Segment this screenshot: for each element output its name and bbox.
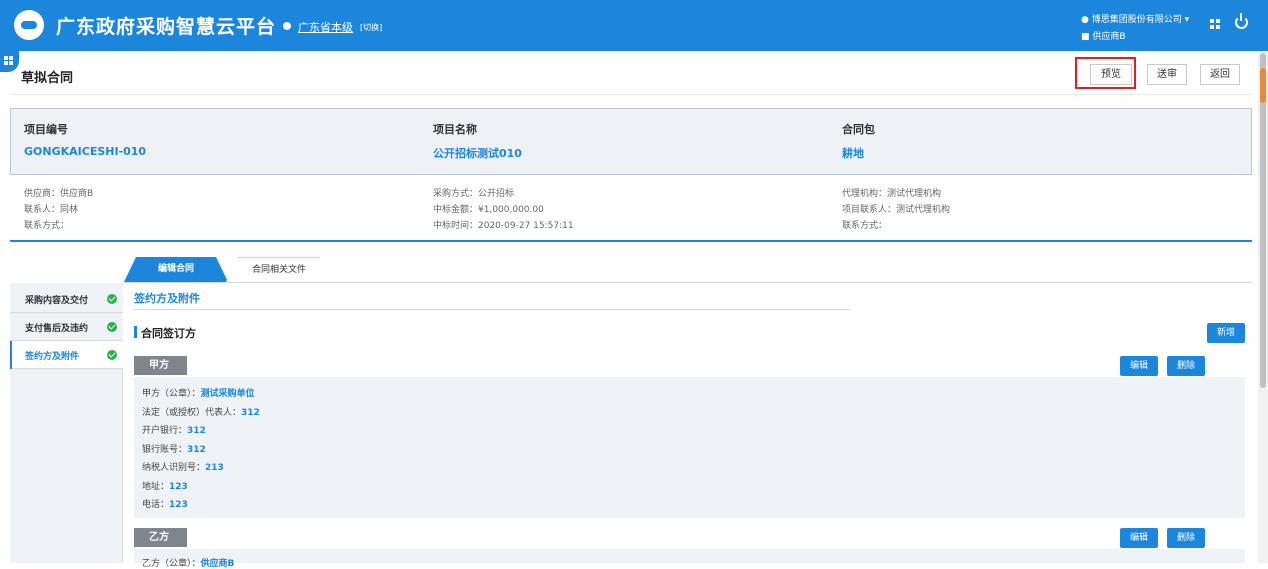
- party-a-taxid-field: 纳税人识别号：213: [142, 463, 224, 473]
- app-grid-icon[interactable]: [1210, 19, 1220, 29]
- chevron-down-icon: ▾: [1184, 15, 1190, 25]
- divider: [10, 94, 1252, 95]
- section-title: 签约方及附件: [134, 292, 200, 305]
- tab-edit-contract[interactable]: 编辑合同: [124, 257, 228, 282]
- page-title: 草拟合同: [21, 71, 74, 86]
- switch-region-link[interactable]: [切换]: [360, 22, 382, 33]
- project-info-box: [10, 108, 1252, 175]
- platform-logo-icon: [14, 10, 44, 40]
- preview-highlight-frame: [1075, 57, 1136, 89]
- check-circle-icon: [107, 294, 117, 304]
- party-a-phone-field: 电话：123: [142, 500, 188, 510]
- award-amount-text: 中标金额：¥1,000,000.00: [433, 205, 544, 215]
- party-b-details: [134, 549, 1245, 563]
- user-icon: ●: [1081, 15, 1089, 25]
- contact-text: 联系人：同林: [24, 205, 79, 215]
- delete-party-b-button[interactable]: 删除: [1167, 528, 1205, 548]
- scrollbar-accent: [1260, 68, 1266, 103]
- award-time-text: 中标时间：2020-09-27 15:57:11: [433, 221, 574, 231]
- party-a-bank-field: 开户银行：312: [142, 426, 206, 436]
- tab-contract-files[interactable]: 合同相关文件: [226, 257, 332, 282]
- scrollbar-thumb[interactable]: [1260, 53, 1266, 388]
- menu-toggle-icon[interactable]: [0, 51, 19, 72]
- logout-power-icon[interactable]: [1235, 13, 1248, 29]
- edit-party-a-button[interactable]: 编辑: [1120, 356, 1158, 376]
- top-navigation-bar: 广东政府采购智慧云平台 广东省本级 [切换] ● 博思集团股份有限公司 ▾ ■ …: [0, 0, 1268, 51]
- user-role: ■ 供应商B: [1081, 29, 1126, 42]
- project-number-value: GONGKAICESHI-010: [24, 145, 147, 158]
- project-name-value: 公开招标测试010: [433, 147, 522, 160]
- contact-method-text: 联系方式：: [24, 221, 70, 231]
- project-name-label: 项目名称: [433, 123, 477, 136]
- user-company-label: 博思集团股份有限公司: [1091, 15, 1182, 25]
- add-party-button[interactable]: 新增: [1207, 323, 1245, 343]
- project-number-label: 项目编号: [24, 123, 68, 136]
- delete-party-a-button[interactable]: 删除: [1167, 356, 1205, 376]
- party-a-tag: 甲方: [134, 356, 187, 375]
- party-a-address-field: 地址：123: [142, 482, 188, 492]
- check-circle-icon: [107, 350, 117, 360]
- subheading-marker: [134, 326, 137, 338]
- agency-text: 代理机构：测试代理机构: [842, 189, 942, 199]
- tab-baseline: [124, 282, 1252, 283]
- check-circle-icon: [107, 322, 117, 332]
- user-role-label: 供应商B: [1092, 32, 1126, 42]
- location-pin-icon: [283, 22, 291, 30]
- party-a-representative-field: 法定（或授权）代表人：312: [142, 408, 260, 418]
- party-b-tag: 乙方: [134, 528, 187, 547]
- agency-contact-method-text: 联系方式：: [842, 221, 888, 231]
- party-a-account-field: 银行账号：312: [142, 445, 206, 455]
- project-contact-text: 项目联系人：测试代理机构: [842, 205, 951, 215]
- contract-package-label: 合同包: [842, 123, 875, 136]
- supplier-text: 供应商：供应商B: [24, 189, 94, 199]
- sidebar-item-label: 采购内容及交付: [25, 296, 89, 306]
- party-a-details: [134, 377, 1245, 518]
- back-button[interactable]: 返回: [1200, 64, 1240, 85]
- edit-party-b-button[interactable]: 编辑: [1120, 528, 1158, 548]
- sidebar-item-signatories[interactable]: 签约方及附件: [10, 341, 123, 369]
- app-title: 广东政府采购智慧云平台: [56, 16, 277, 38]
- send-review-button[interactable]: 送审: [1147, 64, 1187, 85]
- user-company-menu[interactable]: ● 博思集团股份有限公司 ▾: [1081, 12, 1189, 25]
- sidebar-item-purchase-delivery[interactable]: 采购内容及交付: [10, 285, 123, 313]
- contract-package-value: 耕地: [842, 147, 864, 160]
- sub-title: 合同签订方: [141, 327, 196, 340]
- sidebar-item-label: 签约方及附件: [25, 352, 80, 362]
- section-underline: [134, 309, 850, 310]
- section-divider: [10, 240, 1252, 242]
- sidebar-item-payment-breach[interactable]: 支付售后及违约: [10, 313, 123, 341]
- purchase-method-text: 采购方式：公开招标: [433, 189, 515, 199]
- party-a-seal-field: 甲方（公章）：测试采购单位: [142, 389, 255, 399]
- building-icon: ■: [1081, 32, 1090, 42]
- active-indicator: [10, 341, 12, 369]
- sidebar-item-label: 支付售后及违约: [25, 324, 89, 334]
- region-link[interactable]: 广东省本级: [298, 19, 353, 35]
